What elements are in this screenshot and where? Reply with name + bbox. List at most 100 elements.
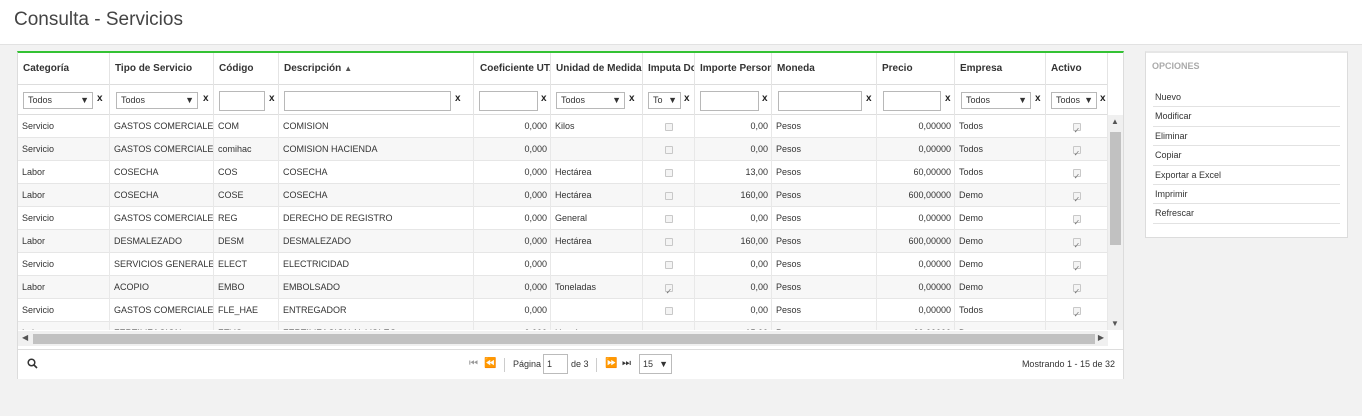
filter-categoria-clear[interactable]: x xyxy=(97,93,103,104)
scroll-left-icon[interactable]: ◀ xyxy=(22,333,28,342)
filter-tipo-select[interactable]: Todos ▼ xyxy=(116,92,198,109)
filter-unidad-select[interactable]: Todos ▼ xyxy=(556,92,625,109)
last-page-icon[interactable]: ⏭ xyxy=(622,358,631,369)
table-row[interactable]: LaborACOPIOEMBOEMBOLSADO0,000Toneladas 0,… xyxy=(18,276,1108,299)
filter-activo-select[interactable]: Todos ▼ xyxy=(1051,92,1097,109)
table-row[interactable]: Labor COSECHA COSE COSECHA 0,000 Hectárea 160,… xyxy=(18,184,1108,207)
cell-unidad: Hectárea xyxy=(551,322,643,330)
checkbox-imputa[interactable] xyxy=(664,260,673,269)
option-modificar[interactable]: Modificar xyxy=(1153,107,1340,127)
column-header-categoria[interactable]: Categoría xyxy=(18,53,110,85)
cell-coef: 0,000 xyxy=(474,299,551,322)
column-header-coef[interactable]: Coeficiente UTA xyxy=(474,53,551,85)
column-header-tipo[interactable]: Tipo de Servicio xyxy=(110,53,214,85)
scroll-up-icon[interactable]: ▲ xyxy=(1111,117,1119,126)
filter-descripcion-input[interactable] xyxy=(284,91,451,111)
table-row[interactable]: Servicio GASTOS COMERCIALES comihac COMISIO… xyxy=(18,138,1108,161)
scroll-right-icon[interactable]: ▶ xyxy=(1098,333,1104,342)
cell-moneda: Pesos xyxy=(772,207,877,230)
filter-coef-input[interactable] xyxy=(479,91,538,111)
first-page-icon[interactable]: ⏮ xyxy=(469,358,478,369)
filter-categoria-select[interactable]: Todos ▼ xyxy=(23,92,93,109)
table-row[interactable]: Servicio GASTOS COMERCIALES REG DERECHO DE … xyxy=(18,207,1108,230)
cell-coef: 0,000 xyxy=(474,138,551,161)
filter-moneda-input[interactable] xyxy=(778,91,862,111)
checkbox-activo[interactable] xyxy=(1072,303,1081,322)
next-page-icon[interactable]: ⏩ xyxy=(605,358,617,369)
filter-activo-clear[interactable]: x xyxy=(1100,93,1106,104)
checkbox-activo[interactable] xyxy=(1072,257,1081,276)
filter-moneda-clear[interactable]: x xyxy=(866,93,872,104)
horizontal-scrollbar[interactable]: ◀ ▶ xyxy=(18,331,1108,346)
filter-imputa-select[interactable]: To ▼ xyxy=(648,92,681,109)
horizontal-scroll-thumb[interactable] xyxy=(33,334,1095,344)
column-header-imputa[interactable]: Imputa Dc xyxy=(643,53,695,85)
checkbox-imputa[interactable] xyxy=(664,168,673,177)
option-copiar[interactable]: Copiar xyxy=(1153,146,1340,166)
cell-imputa xyxy=(643,138,695,161)
chevron-down-icon: ▼ xyxy=(1084,95,1093,105)
checkbox-imputa[interactable] xyxy=(664,280,673,299)
column-header-moneda[interactable]: Moneda xyxy=(772,53,877,85)
scroll-down-icon[interactable]: ▼ xyxy=(1111,319,1119,328)
filter-descripcion-clear[interactable]: x xyxy=(455,93,461,104)
filter-empresa-clear[interactable]: x xyxy=(1035,93,1041,104)
table-row[interactable]: Labor DESMALEZADO DESM DESMALEZADO 0,000 Hect… xyxy=(18,230,1108,253)
filter-tipo-clear[interactable]: x xyxy=(203,93,209,104)
cell-moneda: Pesos xyxy=(772,138,877,161)
option-exportar-excel[interactable]: Exportar a Excel xyxy=(1153,166,1340,185)
column-header-activo[interactable]: Activo xyxy=(1046,53,1108,85)
table-row[interactable]: Servicio GASTOS COMERCIALES FLE_HAE ENTREGA… xyxy=(18,299,1108,322)
filter-precio-input[interactable] xyxy=(883,91,941,111)
checkbox-activo[interactable] xyxy=(1072,234,1081,253)
checkbox-activo[interactable] xyxy=(1072,142,1081,161)
checkbox-activo[interactable] xyxy=(1072,211,1081,230)
filter-codigo-clear[interactable]: x xyxy=(269,93,275,104)
page-number-input[interactable]: 1 xyxy=(543,354,568,374)
vertical-scrollbar[interactable]: ▲ ▼ xyxy=(1108,115,1123,330)
cell-coef: 0,000 xyxy=(474,184,551,207)
table-row[interactable]: Servicio GASTOS COMERCIALES COM COMISION 0,0… xyxy=(18,115,1108,138)
option-imprimir[interactable]: Imprimir xyxy=(1153,185,1340,205)
column-header-empresa[interactable]: Empresa xyxy=(955,53,1046,85)
checkbox-activo[interactable] xyxy=(1072,119,1081,138)
search-icon[interactable] xyxy=(27,358,38,372)
filter-importe-clear[interactable]: x xyxy=(762,93,768,104)
filter-activo-value: Todos xyxy=(1056,95,1081,105)
column-header-precio[interactable]: Precio xyxy=(877,53,955,85)
checkbox-activo[interactable] xyxy=(1072,280,1081,299)
option-eliminar[interactable]: Eliminar xyxy=(1153,127,1340,147)
table-row[interactable]: LaborFERTILIZACIONFEVOFERTILIZACION AL V… xyxy=(18,322,1108,330)
filter-codigo-input[interactable] xyxy=(219,91,265,111)
filter-importe-input[interactable] xyxy=(700,91,759,111)
checkbox-imputa[interactable] xyxy=(664,306,673,315)
checkbox-imputa[interactable] xyxy=(664,191,673,200)
column-header-unidad[interactable]: Unidad de Medida xyxy=(551,53,643,85)
checkbox-activo[interactable] xyxy=(1072,165,1081,184)
page-size-select[interactable]: 15 ▼ xyxy=(639,354,672,374)
filter-coef-clear[interactable]: x xyxy=(541,93,547,104)
option-refrescar[interactable]: Refrescar xyxy=(1153,204,1340,224)
checkbox-imputa[interactable] xyxy=(664,145,673,154)
vertical-scroll-thumb[interactable] xyxy=(1110,132,1121,245)
cell-categoria: Servicio xyxy=(18,253,110,276)
previous-page-icon[interactable]: ⏪ xyxy=(484,358,496,369)
table-row[interactable]: Labor COSECHA COS COSECHA 0,000 Hectárea 13,00… xyxy=(18,161,1108,184)
filter-empresa-select[interactable]: Todos ▼ xyxy=(961,92,1031,109)
column-header-descripcion[interactable]: Descripción ▲ xyxy=(279,53,474,85)
table-row[interactable]: Servicio SERVICIOS GENERALES ELECT ELECTRIC… xyxy=(18,253,1108,276)
cell-empresa: Demo xyxy=(955,253,1046,276)
filter-imputa-clear[interactable]: x xyxy=(684,93,690,104)
checkbox-imputa[interactable] xyxy=(664,214,673,223)
checkbox-imputa[interactable] xyxy=(664,237,673,246)
cell-activo xyxy=(1046,207,1108,230)
filter-unidad-clear[interactable]: x xyxy=(629,93,635,104)
cell-precio: 60,00000 xyxy=(877,161,955,184)
column-header-codigo[interactable]: Código xyxy=(214,53,279,85)
filter-precio-clear[interactable]: x xyxy=(945,93,951,104)
grid-header-row: Categoría Tipo de Servicio Código Descri… xyxy=(18,53,1108,85)
checkbox-activo[interactable] xyxy=(1072,188,1081,207)
column-header-importe[interactable]: Importe Persona xyxy=(695,53,772,85)
checkbox-imputa[interactable] xyxy=(664,122,673,131)
option-nuevo[interactable]: Nuevo xyxy=(1153,88,1340,108)
